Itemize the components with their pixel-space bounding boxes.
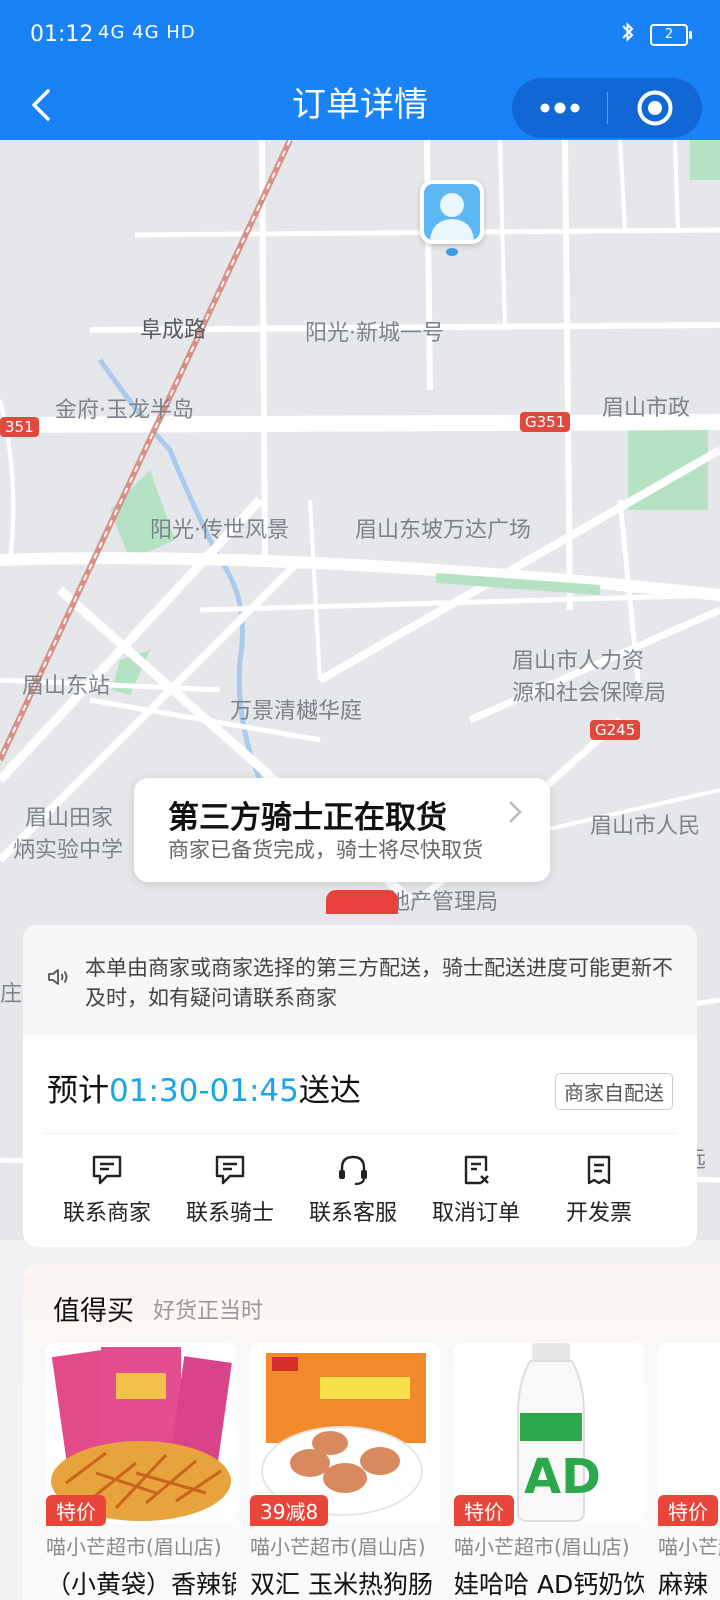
miniapp-capsule	[512, 78, 702, 138]
product-card[interactable]: 特价 喵小芒超市(眉山店) （小黄袋）香辣锅	[46, 1343, 236, 1600]
product-shop: 喵小芒超市(眉山店)	[46, 1535, 222, 1559]
map-label: 眉山市人民	[590, 814, 701, 839]
cancel-order-button[interactable]: 取消订单	[413, 1147, 539, 1237]
chat-icon	[215, 1155, 245, 1185]
product-name: 双汇 玉米热狗肠	[250, 1570, 433, 1599]
road-badge: G245	[590, 720, 641, 740]
target-icon	[637, 90, 673, 126]
contact-merchant-button[interactable]: 联系商家	[44, 1147, 170, 1237]
action-label: 取消订单	[431, 1201, 520, 1226]
status-time: 01:12	[30, 22, 94, 47]
eta-prefix: 预计	[47, 1073, 109, 1109]
map-label: 金府·玉龙半岛	[55, 398, 194, 423]
headset-icon	[339, 1155, 367, 1186]
map-label: 阜成路	[140, 318, 207, 343]
battery-icon: 2	[650, 24, 692, 46]
product-tag: 39减8	[250, 1495, 329, 1526]
bluetooth-icon	[620, 20, 636, 50]
map-label: 眉山市政	[602, 396, 691, 421]
product-tag: 特价	[454, 1495, 514, 1526]
eta-time: 01:30-01:45	[109, 1073, 299, 1109]
more-dots-icon	[540, 102, 579, 114]
chat-icon	[92, 1155, 122, 1185]
back-icon[interactable]	[26, 82, 56, 128]
action-label: 联系骑士	[185, 1201, 274, 1226]
invoice-button[interactable]: 开发票	[536, 1147, 662, 1237]
cancel-order-icon	[464, 1155, 489, 1185]
user-location-marker	[420, 180, 484, 256]
marker-tip	[446, 248, 458, 256]
map-label: 眉山田家	[25, 806, 114, 831]
road-badge: G351	[520, 412, 571, 432]
product-shop: 喵小芒超市(眉山店)	[454, 1535, 630, 1559]
svg-text:AD: AD	[524, 1449, 601, 1505]
product-card[interactable]: 39减8 喵小芒超市(眉山店) 双汇 玉米热狗肠	[250, 1343, 440, 1600]
product-shop: 喵小芒超市(眉山店)	[250, 1535, 426, 1559]
product-name: 麻辣	[658, 1570, 709, 1599]
road-badge: 351	[0, 417, 39, 437]
section-subtitle: 好货正当时	[153, 1299, 264, 1324]
contact-rider-button[interactable]: 联系骑士	[167, 1147, 293, 1237]
action-label: 联系商家	[62, 1201, 151, 1226]
nav-bar: 订单详情	[0, 70, 720, 140]
store-marker	[326, 890, 398, 914]
callout-title: 第三方骑士正在取货	[168, 800, 447, 836]
delivery-notice: 本单由商家或商家选择的第三方配送，骑士配送进度可能更新不及时，如有疑问请联系商家	[23, 925, 697, 1035]
divider	[45, 1133, 675, 1134]
product-tag: 特价	[658, 1495, 718, 1526]
section-title: 值得买	[53, 1296, 134, 1327]
order-panel: 本单由商家或商家选择的第三方配送，骑士配送进度可能更新不及时，如有疑问请联系商家…	[23, 925, 697, 1247]
product-tag: 特价	[46, 1495, 106, 1526]
status-bar: 01:12 4G 4G HD 2	[0, 0, 720, 70]
map-label: 眉山市人力资	[512, 649, 645, 674]
action-label: 开发票	[565, 1201, 632, 1226]
invoice-icon	[587, 1155, 611, 1185]
product-card[interactable]: AD 特价 喵小芒超市(眉山店) 娃哈哈 AD钙奶饮	[454, 1343, 644, 1600]
eta: 预计01:30-01:45送达	[47, 1065, 361, 1110]
map-label: 阳光·新城一号	[305, 321, 444, 346]
eta-suffix: 送达	[298, 1073, 361, 1109]
close-miniapp-button[interactable]	[608, 78, 702, 138]
speaker-icon	[47, 965, 71, 993]
product-name: 娃哈哈 AD钙奶饮	[454, 1570, 644, 1599]
map-label: 阳光·传世风景	[150, 518, 289, 543]
more-options-button[interactable]	[512, 78, 607, 138]
callout-subtitle: 商家已备货完成，骑士将尽快取货	[168, 838, 483, 862]
delivery-status-callout[interactable]: 第三方骑士正在取货 商家已备货完成，骑士将尽快取货	[134, 778, 550, 882]
notice-text: 本单由商家或商家选择的第三方配送，骑士配送进度可能更新不及时，如有疑问请联系商家	[85, 956, 673, 1010]
recommend-section: 值得买 好货正当时 特价 喵小芒超市(眉山店) （小黄袋）香辣锅 39减8 喵小…	[23, 1263, 720, 1600]
delivery-type-badge: 商家自配送	[555, 1073, 673, 1110]
map-label: 地产管理局	[388, 890, 499, 915]
map-label: 眉山东坡万达广场	[355, 518, 532, 543]
signal-indicator: 4G 4G HD	[98, 22, 196, 43]
product-name: （小黄袋）香辣锅	[46, 1570, 236, 1599]
chevron-right-icon	[508, 800, 522, 828]
user-avatar-icon	[430, 193, 474, 240]
map-label: 源和社会保障局	[512, 681, 667, 706]
map-label: 庄	[0, 982, 23, 1007]
map-label: 万景清樾华庭	[230, 699, 363, 724]
map-label: 炳实验中学	[13, 838, 124, 863]
product-shop: 喵小芒超市(眉山店)	[658, 1535, 720, 1559]
contact-support-button[interactable]: 联系客服	[290, 1147, 416, 1237]
map-label: 眉山东站	[22, 674, 111, 699]
product-card[interactable]: 特价 喵小芒超市(眉山店) 麻辣	[658, 1343, 720, 1600]
action-label: 联系客服	[308, 1201, 397, 1226]
